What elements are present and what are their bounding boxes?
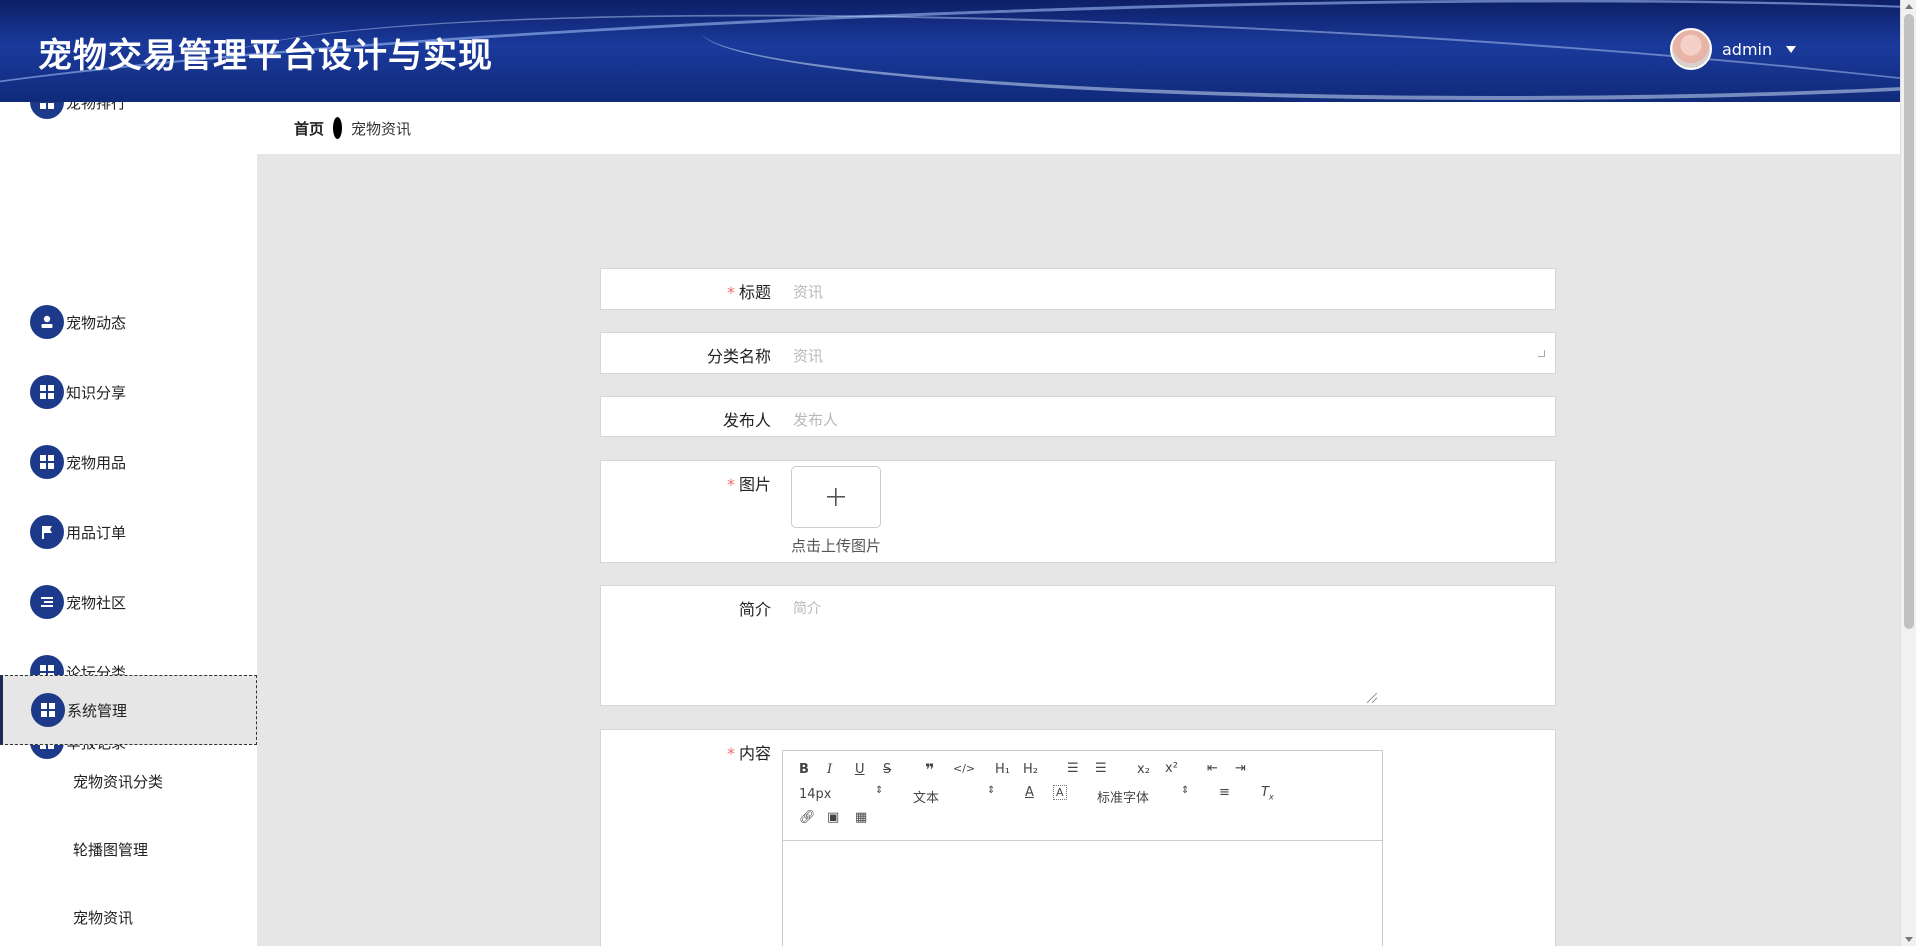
updown-arrow-icon[interactable]: ⇕: [1181, 785, 1189, 796]
category-select[interactable]: 资讯: [793, 345, 823, 366]
sidebar-item-pet-supplies[interactable]: 宠物用品: [0, 427, 257, 497]
form-row-image: * 图片 点击上传图片: [600, 460, 1556, 563]
flag-icon: [30, 515, 64, 549]
breadcrumb-home[interactable]: 首页: [294, 118, 324, 139]
sidebar-item-supply-orders[interactable]: 用品订单: [0, 497, 257, 567]
sidebar-item-pet-moments[interactable]: 宠物动态: [0, 287, 257, 357]
underline-icon[interactable]: U: [855, 762, 865, 777]
updown-arrow-icon[interactable]: ⇕: [987, 785, 995, 796]
caret-down-icon[interactable]: [1786, 45, 1797, 53]
sidebar-subitem-carousel[interactable]: 轮播图管理: [0, 815, 257, 883]
heading2-icon[interactable]: H₂: [1023, 762, 1038, 777]
select-arrow-icon[interactable]: [1538, 350, 1545, 357]
code-icon[interactable]: </>: [953, 762, 975, 775]
form-row-content: * 内容 B I U S ❞ </> H₁ H₂ ☰ ☰ x₂ x² ⇤ ⇥ 14…: [600, 729, 1556, 946]
clear-format-icon[interactable]: Tx: [1261, 785, 1274, 802]
grid-icon: [30, 375, 64, 409]
sidebar-subitem-label: 轮播图管理: [73, 840, 149, 859]
publisher-input[interactable]: 发布人: [793, 409, 838, 430]
sidebar-subitem-news-category[interactable]: 宠物资讯分类: [0, 747, 257, 815]
category-label: 分类名称: [706, 347, 771, 366]
avatar[interactable]: [1670, 28, 1712, 70]
scroll-up-arrow-icon[interactable]: [1905, 4, 1913, 9]
subscript-icon[interactable]: x₂: [1137, 762, 1150, 777]
font-color-icon[interactable]: A: [1025, 785, 1034, 800]
outdent-icon[interactable]: ⇤: [1207, 761, 1218, 776]
title-input[interactable]: 资讯: [793, 281, 823, 302]
ordered-list-icon[interactable]: ☰: [1067, 761, 1079, 776]
page-scrollbar[interactable]: [1900, 0, 1916, 946]
scroll-down-arrow-icon[interactable]: [1905, 937, 1913, 942]
form-row-title: * 标题 资讯: [600, 268, 1556, 310]
sidebar-item-label: 宠物排行: [66, 102, 127, 112]
sidebar-item-label: 宠物动态: [66, 313, 127, 332]
grid-icon: [31, 693, 65, 727]
sidebar-subitem-label: 宠物资讯分类: [73, 772, 164, 791]
editor-content-area[interactable]: [783, 841, 1382, 946]
grid-icon: [30, 102, 64, 119]
font-size-select[interactable]: 14px: [799, 787, 832, 802]
sidebar-item-label: 宠物社区: [66, 593, 127, 612]
app-header: 宠物交易管理平台设计与实现 admin: [0, 0, 1900, 102]
grid-icon: [30, 445, 64, 479]
title-label: * 标题: [726, 283, 771, 302]
resize-handle-icon[interactable]: [1367, 693, 1377, 703]
video-icon[interactable]: ▦: [855, 810, 867, 825]
plus-icon: [827, 488, 845, 506]
breadcrumb-current: 宠物资讯: [351, 119, 412, 138]
align-icon[interactable]: ≡: [1219, 785, 1230, 800]
sidebar-subitem-label: 宠物资讯: [73, 908, 134, 927]
user-menu[interactable]: admin: [1670, 28, 1797, 70]
sidebar-subitem-pet-news[interactable]: 宠物资讯: [0, 883, 257, 946]
blockquote-icon[interactable]: ❞: [925, 760, 934, 779]
sidebar-item-knowledge[interactable]: 知识分享: [0, 357, 257, 427]
summary-textarea[interactable]: 简介: [793, 598, 821, 618]
list-icon: [30, 585, 64, 619]
form-row-publisher: 发布人 发布人: [600, 396, 1556, 437]
sidebar-item-label: 用品订单: [66, 523, 127, 542]
updown-arrow-icon[interactable]: ⇕: [875, 785, 883, 796]
sidebar-item-pet-ranking[interactable]: 宠物排行: [0, 102, 257, 122]
strikethrough-icon[interactable]: S: [883, 762, 891, 777]
editor-toolbar: B I U S ❞ </> H₁ H₂ ☰ ☰ x₂ x² ⇤ ⇥ 14px ⇕…: [783, 751, 1382, 841]
app-title: 宠物交易管理平台设计与实现: [38, 36, 493, 76]
form-row-summary: 简介 简介: [600, 585, 1556, 706]
bullet-list-icon[interactable]: ☰: [1095, 761, 1107, 776]
italic-icon[interactable]: I: [827, 762, 832, 777]
sidebar-item-pet-community[interactable]: 宠物社区: [0, 567, 257, 637]
superscript-icon[interactable]: x²: [1165, 761, 1178, 776]
bold-icon[interactable]: B: [799, 762, 809, 777]
heading1-icon[interactable]: H₁: [995, 762, 1010, 777]
sidebar-item-label: 系统管理: [67, 701, 128, 720]
image-upload-button[interactable]: [791, 466, 881, 528]
image-icon[interactable]: ▣: [827, 810, 839, 825]
content-label: * 内容: [726, 744, 771, 763]
breadcrumb: 首页 宠物资讯: [257, 102, 1900, 154]
sidebar-item-system-management[interactable]: 系统管理: [0, 675, 257, 745]
sidebar: 宠物排行 宠物动态 知识分享 宠物用品 用品订单 宠物社区 论坛分类 举报记录 …: [0, 102, 257, 946]
block-type-select[interactable]: 文本: [913, 787, 939, 806]
sidebar-item-label: 宠物用品: [66, 453, 127, 472]
background-color-icon[interactable]: A: [1053, 785, 1067, 800]
indent-icon[interactable]: ⇥: [1235, 761, 1246, 776]
font-family-select[interactable]: 标准字体: [1097, 787, 1149, 806]
image-label: * 图片: [726, 475, 771, 494]
publisher-label: 发布人: [722, 411, 771, 430]
scrollbar-thumb[interactable]: [1904, 14, 1914, 629]
sidebar-item-label: 知识分享: [66, 383, 127, 402]
breadcrumb-separator: [333, 117, 343, 139]
upload-tip: 点击上传图片: [791, 537, 882, 555]
form-row-category: 分类名称 资讯: [600, 332, 1556, 374]
summary-label: 简介: [738, 600, 771, 619]
user-icon: [30, 305, 64, 339]
username[interactable]: admin: [1722, 40, 1772, 59]
rich-text-editor: B I U S ❞ </> H₁ H₂ ☰ ☰ x₂ x² ⇤ ⇥ 14px ⇕…: [782, 750, 1383, 946]
link-icon[interactable]: 🔗︎: [799, 810, 816, 825]
